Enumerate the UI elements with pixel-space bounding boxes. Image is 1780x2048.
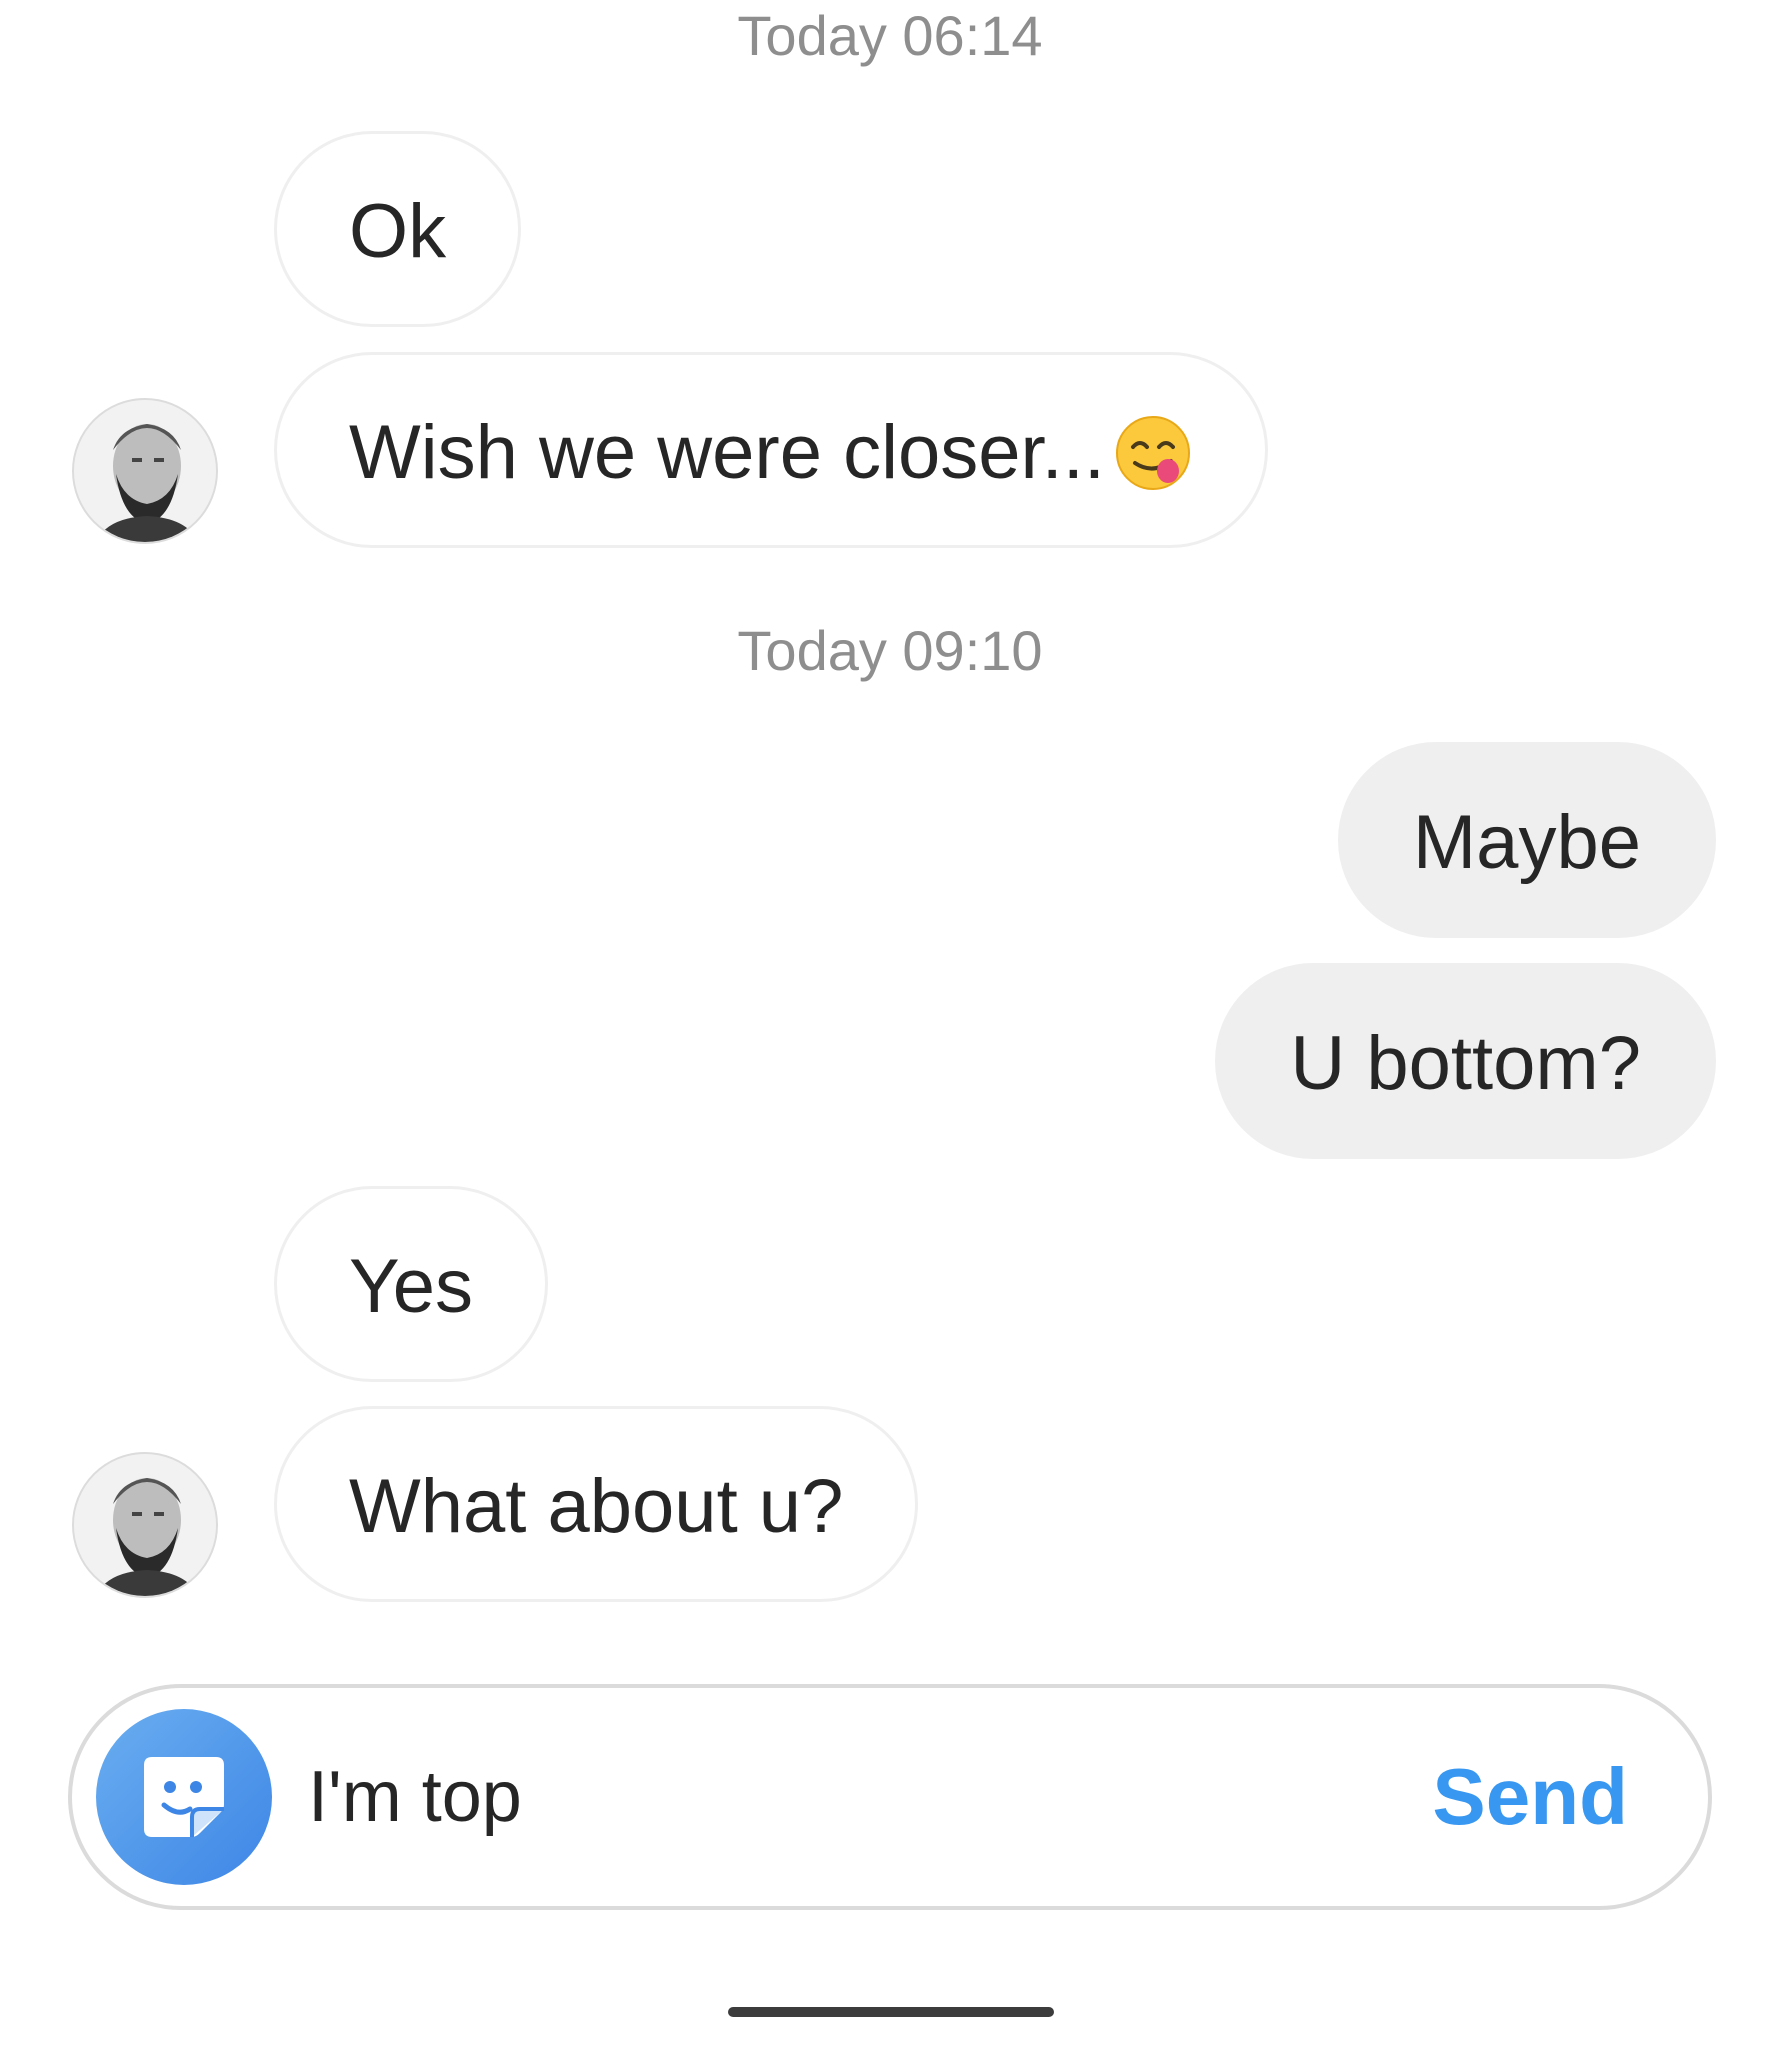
message-text: Wish we were closer... bbox=[349, 410, 1105, 495]
message-bubble-received[interactable]: Wish we were closer... bbox=[274, 352, 1268, 548]
message-bubble-received[interactable]: Yes bbox=[274, 1186, 548, 1382]
message-input[interactable] bbox=[308, 1688, 1408, 1906]
sticker-icon bbox=[144, 1757, 224, 1837]
home-indicator[interactable] bbox=[728, 2007, 1054, 2017]
avatar[interactable] bbox=[72, 398, 218, 544]
face-savoring-food-emoji bbox=[1116, 415, 1190, 490]
timestamp: Today 09:10 bbox=[737, 619, 1043, 682]
message-text: Maybe bbox=[1412, 800, 1641, 885]
message-bubble-sent[interactable]: Maybe bbox=[1337, 742, 1716, 938]
timestamp: Today 06:14 bbox=[737, 4, 1043, 67]
message-text: Ok bbox=[349, 189, 447, 274]
message-bubble-sent[interactable]: U bottom? bbox=[1215, 963, 1716, 1159]
message-composer: Send bbox=[68, 1684, 1712, 1910]
avatar[interactable] bbox=[72, 1452, 218, 1598]
send-button[interactable]: Send bbox=[1432, 1688, 1628, 1906]
message-text: Yes bbox=[349, 1244, 473, 1329]
message-text: U bottom? bbox=[1290, 1021, 1641, 1106]
message-bubble-received[interactable]: What about u? bbox=[274, 1406, 919, 1602]
sticker-button[interactable] bbox=[96, 1709, 272, 1885]
avatar-photo bbox=[74, 400, 216, 542]
message-bubble-received[interactable]: Ok bbox=[274, 131, 522, 327]
message-text: What about u? bbox=[349, 1464, 844, 1549]
avatar-photo bbox=[74, 1454, 216, 1596]
